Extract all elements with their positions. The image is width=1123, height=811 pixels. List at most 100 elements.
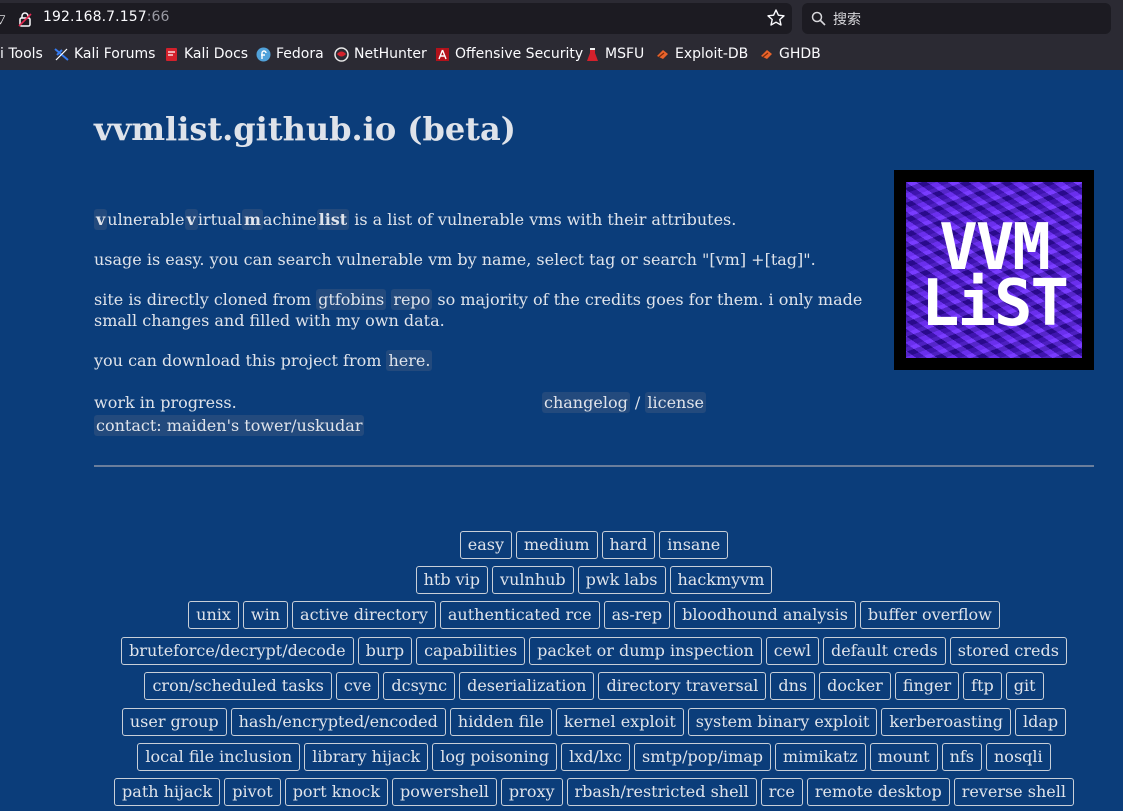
tag-button[interactable]: system binary exploit: [687, 708, 878, 736]
bookmark-ghdb[interactable]: GHDB: [759, 43, 821, 65]
tag-button[interactable]: local file inclusion: [137, 743, 301, 771]
nethunter-icon: [334, 46, 349, 62]
tag-button[interactable]: medium: [516, 531, 598, 559]
tag-button[interactable]: powershell: [392, 778, 497, 806]
intro-paragraph: v ulnerable v irtual m achine list is a list o…: [94, 209, 736, 230]
tag-button[interactable]: finger: [894, 672, 960, 700]
bookmark-msfu[interactable]: MSFU: [585, 43, 644, 65]
separator: /: [629, 393, 646, 412]
bookmark-label: Offensive Security: [455, 46, 584, 62]
bookmark-kali-docs[interactable]: Kali Docs: [164, 43, 248, 65]
tag-button[interactable]: cve: [335, 672, 380, 700]
tag-button[interactable]: htb vip: [415, 566, 489, 594]
tag-button[interactable]: cron/scheduled tasks: [144, 672, 332, 700]
tag-button[interactable]: buffer overflow: [859, 601, 1000, 629]
tag-button[interactable]: proxy: [500, 778, 563, 806]
tag-button[interactable]: library hijack: [304, 743, 429, 771]
tag-button[interactable]: unix: [188, 601, 239, 629]
tag-row-7: local file inclusion library hijack log po…: [0, 743, 1123, 771]
bookmark-label: NetHunter: [354, 46, 427, 62]
tag-button[interactable]: stored creds: [949, 637, 1067, 665]
tag-row-platform: htb vip vulnhub pwk labs hackmyvm: [0, 566, 1123, 594]
tag-button[interactable]: bruteforce/decrypt/decode: [121, 637, 354, 665]
tag-button[interactable]: dns: [770, 672, 816, 700]
acronym-v2: v: [184, 209, 198, 230]
tag-button[interactable]: cewl: [765, 637, 820, 665]
tag-button[interactable]: active directory: [292, 601, 436, 629]
bookmark-kali-tools[interactable]: i Tools: [0, 43, 43, 65]
tag-button[interactable]: user group: [121, 708, 227, 736]
tag-button[interactable]: git: [1005, 672, 1044, 700]
tag-button[interactable]: ftp: [963, 672, 1002, 700]
tag-button[interactable]: kerberoasting: [881, 708, 1012, 736]
search-bar[interactable]: 搜索: [802, 3, 1111, 34]
download-here-link[interactable]: here.: [386, 350, 433, 371]
tag-button[interactable]: hackmyvm: [669, 566, 773, 594]
tag-button[interactable]: capabilities: [416, 637, 526, 665]
tag-button[interactable]: hard: [601, 531, 656, 559]
tag-button[interactable]: authenticated rce: [439, 601, 600, 629]
bookmark-fedora[interactable]: Fedora: [256, 43, 324, 65]
tag-button[interactable]: kernel exploit: [555, 708, 684, 736]
tag-button[interactable]: packet or dump inspection: [529, 637, 762, 665]
tag-button[interactable]: reverse shell: [953, 778, 1074, 806]
repo-link[interactable]: repo: [391, 289, 433, 310]
lock-icon[interactable]: [18, 11, 32, 27]
logo-background: VVM LiST: [906, 182, 1082, 358]
tag-button[interactable]: easy: [459, 531, 513, 559]
tag-button[interactable]: dcsync: [383, 672, 456, 700]
tag-button[interactable]: default creds: [823, 637, 946, 665]
download-text: you can download this project from: [94, 351, 387, 370]
address-bar[interactable]: ▽ 192.168.7.157:66: [0, 3, 792, 34]
tag-button[interactable]: hash/encrypted/encoded: [230, 708, 446, 736]
url-text[interactable]: 192.168.7.157:66: [43, 9, 170, 25]
download-paragraph: you can download this project from here.: [94, 350, 433, 371]
tag-button[interactable]: deserialization: [459, 672, 595, 700]
tag-button[interactable]: docker: [819, 672, 891, 700]
tag-button[interactable]: as-rep: [603, 601, 671, 629]
bookmark-label: i Tools: [0, 46, 43, 62]
bookmark-kali-forums[interactable]: Kali Forums: [54, 43, 155, 65]
tag-button[interactable]: win: [242, 601, 289, 629]
bookmark-label: Exploit-DB: [675, 46, 749, 62]
tag-button[interactable]: hidden file: [449, 708, 552, 736]
browser-toolbar: ▽ 192.168.7.157:66 搜索 i Tools Kali Forum…: [0, 0, 1123, 70]
tag-button[interactable]: rce: [760, 778, 803, 806]
tag-button[interactable]: mount: [869, 743, 938, 771]
tag-button[interactable]: nfs: [941, 743, 982, 771]
url-port: :66: [146, 9, 170, 25]
tag-button[interactable]: insane: [659, 531, 729, 559]
tag-button[interactable]: path hijack: [114, 778, 221, 806]
tag-button[interactable]: lxd/lxc: [561, 743, 631, 771]
tag-row-4: bruteforce/decrypt/decode burp capabilitie…: [0, 637, 1123, 665]
tag-button[interactable]: port knock: [284, 778, 389, 806]
tag-button[interactable]: burp: [357, 637, 413, 665]
tag-row-difficulty: easy medium hard insane: [0, 531, 1123, 559]
bookmark-offensive-security[interactable]: Offensive Security: [435, 43, 583, 65]
license-link[interactable]: license: [645, 392, 707, 413]
tag-button[interactable]: log poisoning: [432, 743, 558, 771]
search-icon: [811, 11, 826, 26]
tag-row-8: path hijack pivot port knock powershell prox…: [0, 778, 1123, 806]
bookmark-exploit-db[interactable]: Exploit-DB: [655, 43, 748, 65]
bookmark-label: Fedora: [276, 46, 324, 62]
tag-button[interactable]: rbash/restricted shell: [566, 778, 757, 806]
tag-button[interactable]: directory traversal: [598, 672, 767, 700]
tag-button[interactable]: bloodhound analysis: [674, 601, 856, 629]
tag-button[interactable]: vulnhub: [492, 566, 574, 594]
tag-button[interactable]: ldap: [1015, 708, 1067, 736]
tag-button[interactable]: mimikatz: [775, 743, 866, 771]
tag-button[interactable]: smtp/pop/imap: [634, 743, 772, 771]
changelog-link[interactable]: changelog: [542, 392, 630, 413]
url-host: 192.168.7.157: [43, 9, 147, 25]
bookmark-nethunter[interactable]: NetHunter: [334, 43, 427, 65]
tag-button[interactable]: nosqli: [986, 743, 1051, 771]
tag-button[interactable]: remote desktop: [806, 778, 950, 806]
bookmark-label: Kali Forums: [74, 46, 156, 62]
acronym-v: v: [94, 209, 108, 230]
tag-button[interactable]: pivot: [224, 778, 281, 806]
search-placeholder: 搜索: [833, 12, 861, 28]
bookmark-star-icon[interactable]: [766, 8, 786, 28]
tag-button[interactable]: pwk labs: [577, 566, 666, 594]
gtfobins-link[interactable]: gtfobins: [316, 289, 387, 310]
